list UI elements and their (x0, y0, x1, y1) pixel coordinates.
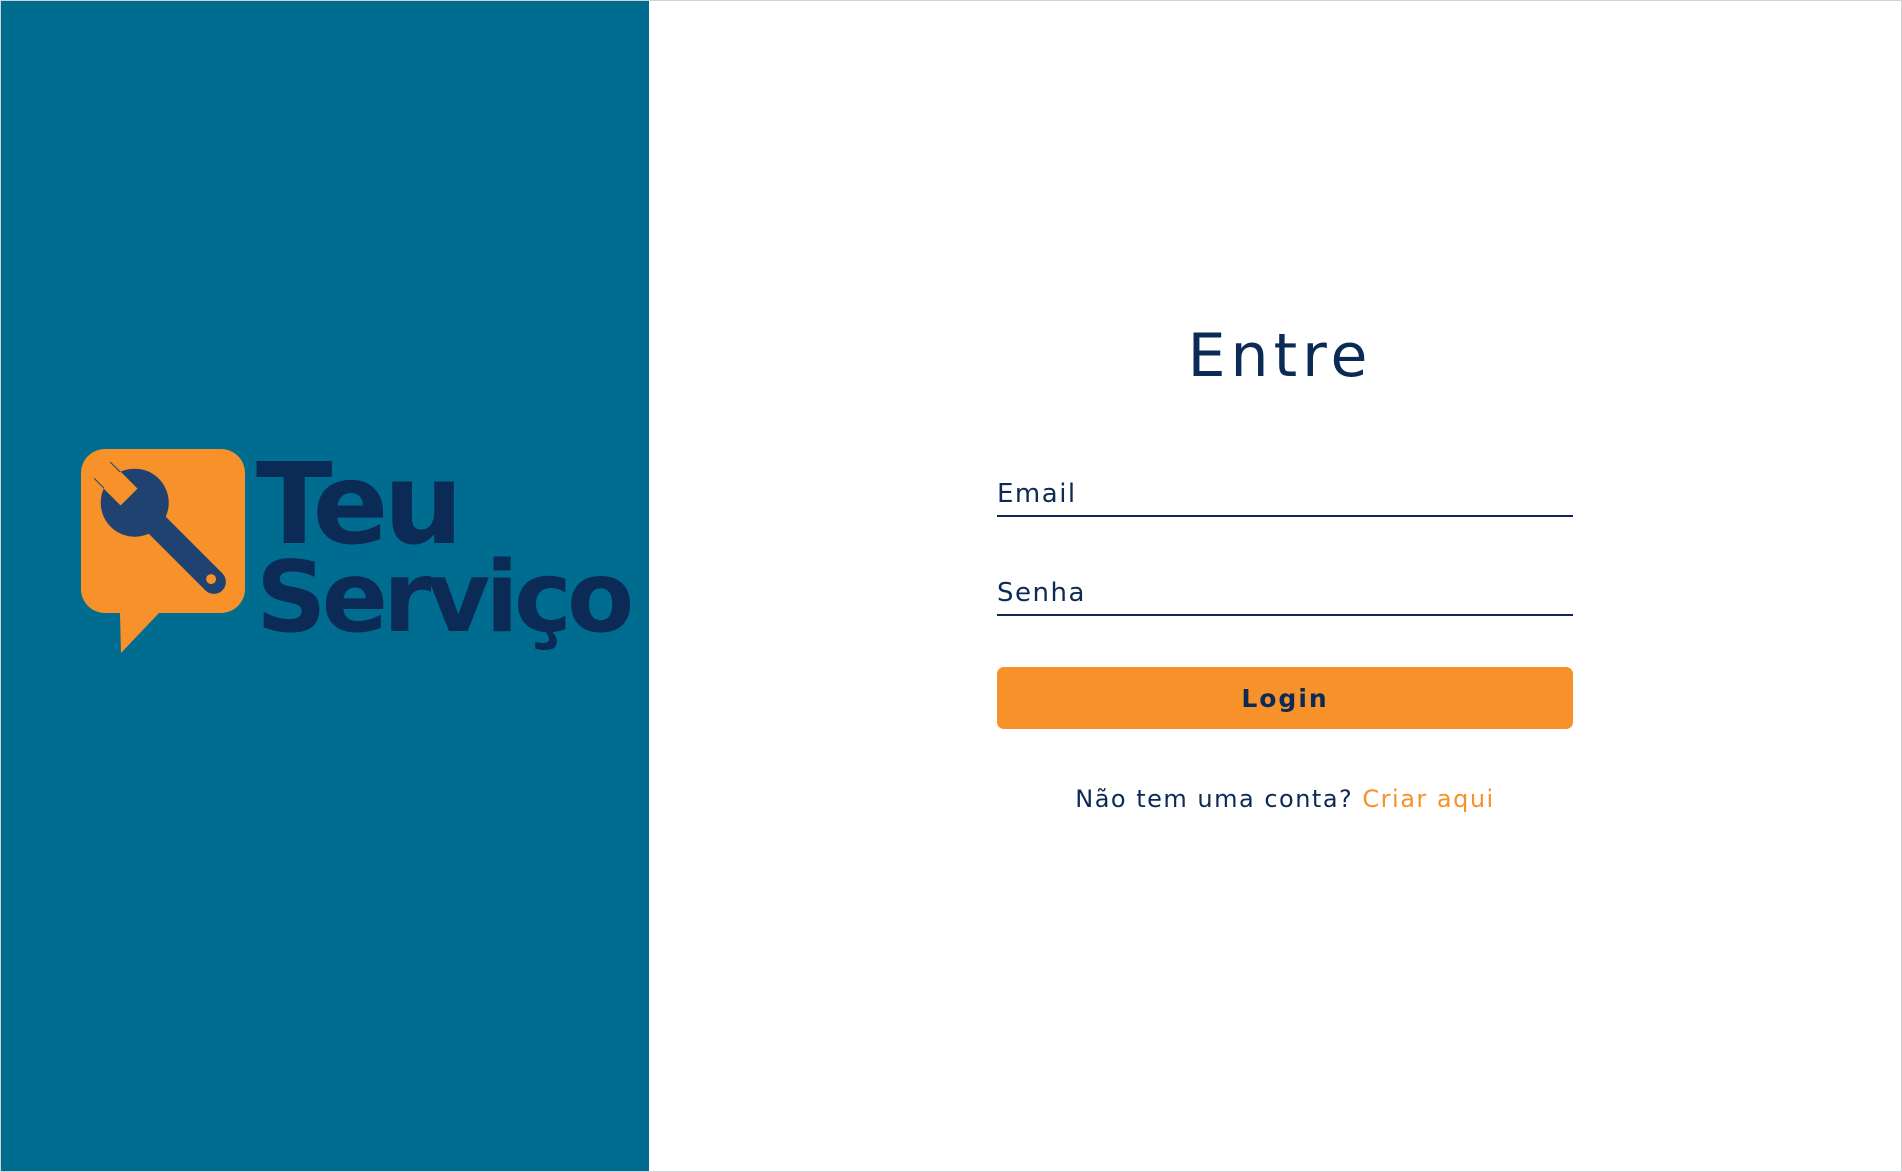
wrench-in-speech-bubble-icon (81, 449, 245, 653)
email-field (997, 469, 1573, 517)
app-window: Teu Serviço Entre Login Não tem uma cont… (0, 0, 1902, 1172)
brand-logo: Teu Serviço (81, 449, 634, 669)
login-button[interactable]: Login (997, 667, 1573, 729)
signup-prompt-text: Não tem uma conta? (1075, 785, 1363, 813)
password-input[interactable] (997, 578, 1573, 608)
password-field (997, 568, 1573, 616)
create-account-link[interactable]: Criar aqui (1362, 785, 1494, 813)
brand-name-line2: Serviço (256, 541, 634, 655)
email-input[interactable] (997, 479, 1573, 509)
page-title: Entre (1187, 321, 1373, 391)
signup-prompt-row: Não tem uma conta? Criar aqui (997, 785, 1573, 813)
brand-panel: Teu Serviço (1, 1, 649, 1171)
